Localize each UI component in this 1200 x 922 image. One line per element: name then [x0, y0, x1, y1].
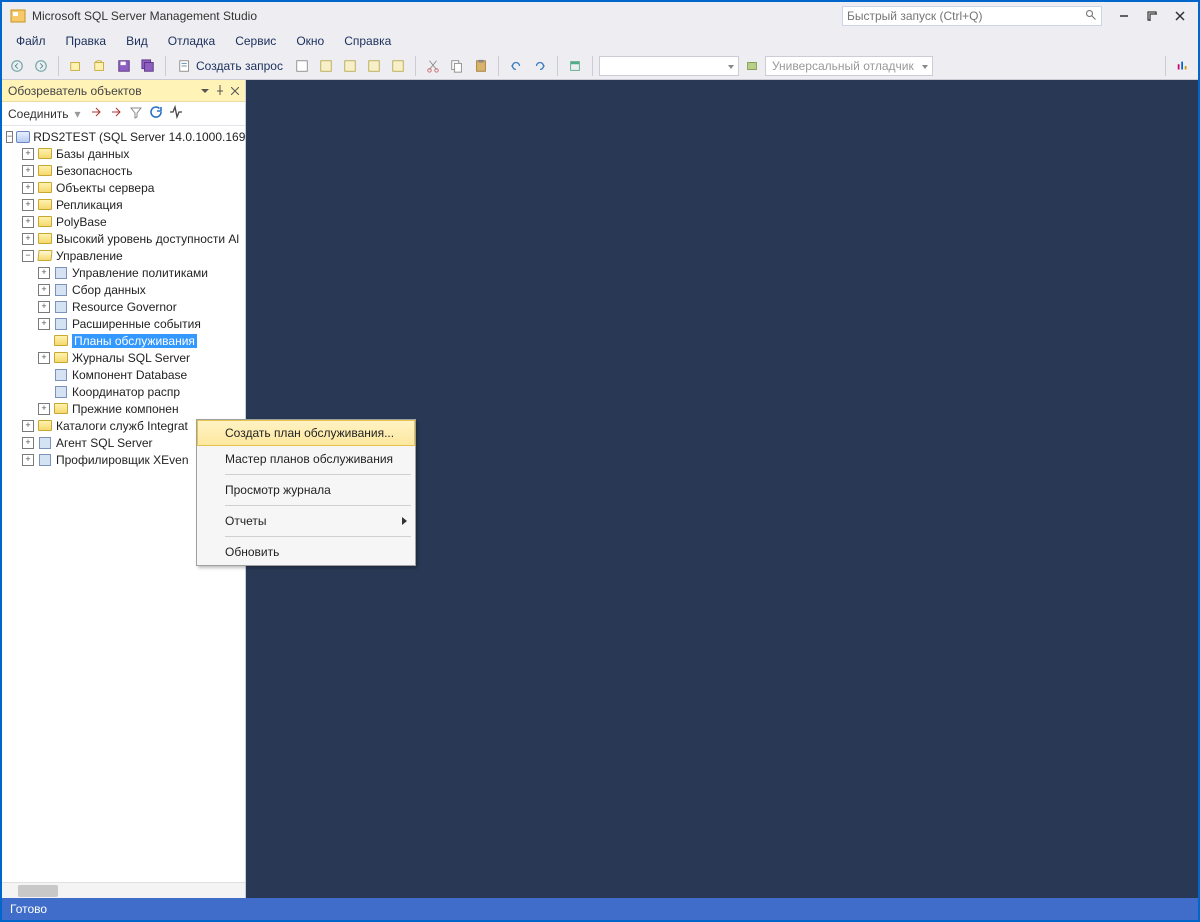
refresh-icon[interactable]	[149, 105, 163, 122]
new-query-label: Создать запрос	[196, 59, 283, 73]
cm-wizard[interactable]: Мастер планов обслуживания	[197, 446, 415, 472]
tree-security[interactable]: +Безопасность	[2, 162, 245, 179]
tree-databases[interactable]: +Базы данных	[2, 145, 245, 162]
redo-button[interactable]	[529, 55, 551, 77]
chevron-right-icon	[402, 517, 407, 525]
menu-help[interactable]: Справка	[334, 32, 401, 50]
activity-button[interactable]	[1172, 55, 1194, 77]
tree-legacy[interactable]: +Прежние компонен	[2, 400, 245, 417]
tree-always-on[interactable]: +Высокий уровень доступности Al	[2, 230, 245, 247]
solution-config-combo[interactable]	[599, 56, 739, 76]
panel-titlebar: Обозреватель объектов	[2, 80, 245, 102]
cm-separator	[225, 505, 411, 506]
minimize-button[interactable]	[1110, 6, 1138, 26]
debugger-combo[interactable]: Универсальный отладчик	[765, 56, 933, 76]
maximize-button[interactable]	[1138, 6, 1166, 26]
close-button[interactable]	[1166, 6, 1194, 26]
new-query-button[interactable]: Создать запрос	[172, 55, 289, 77]
stop-icon[interactable]	[109, 105, 123, 122]
panel-title-label: Обозреватель объектов	[8, 84, 142, 98]
quick-launch-input[interactable]	[847, 9, 1085, 23]
panel-hscrollbar[interactable]	[2, 882, 245, 898]
menu-edit[interactable]: Правка	[56, 32, 117, 50]
tree-management[interactable]: −Управление	[2, 247, 245, 264]
menu-window[interactable]: Окно	[286, 32, 334, 50]
tree-data-collection[interactable]: +Сбор данных	[2, 281, 245, 298]
connect-button[interactable]: Соединить	[8, 107, 69, 121]
tree-polybase[interactable]: +PolyBase	[2, 213, 245, 230]
paste-button[interactable]	[470, 55, 492, 77]
save-button[interactable]	[113, 55, 135, 77]
context-menu: Создать план обслуживания... Мастер план…	[196, 419, 416, 566]
search-icon	[1085, 9, 1097, 24]
mdx-query-button[interactable]	[291, 55, 313, 77]
save-all-button[interactable]	[137, 55, 159, 77]
app-icon	[10, 8, 26, 24]
dax-query-button[interactable]	[363, 55, 385, 77]
copy-button[interactable]	[446, 55, 468, 77]
dmx-query-button[interactable]	[315, 55, 337, 77]
debugger-icon[interactable]	[741, 55, 763, 77]
statusbar: Готово	[2, 898, 1198, 920]
cm-separator	[225, 536, 411, 537]
cut-button[interactable]	[422, 55, 444, 77]
tree-db-component[interactable]: Компонент Database	[2, 366, 245, 383]
analysis-query-button[interactable]	[387, 55, 409, 77]
cm-reports[interactable]: Отчеты	[197, 508, 415, 534]
panel-toolbar: Соединить ▾	[2, 102, 245, 126]
disconnect-icon[interactable]	[89, 105, 103, 122]
property-button[interactable]	[564, 55, 586, 77]
tree-extended-events[interactable]: +Расширенные события	[2, 315, 245, 332]
tree-policy-mgmt[interactable]: +Управление политиками	[2, 264, 245, 281]
pin-icon[interactable]	[215, 84, 225, 98]
cm-create-plan[interactable]: Создать план обслуживания...	[197, 420, 415, 446]
nav-back-button[interactable]	[6, 55, 28, 77]
quick-launch[interactable]	[842, 6, 1102, 26]
tree-maintenance-plans[interactable]: Планы обслуживания	[2, 332, 245, 349]
titlebar: Microsoft SQL Server Management Studio	[2, 2, 1198, 30]
close-panel-icon[interactable]	[231, 84, 239, 98]
tree-sql-logs[interactable]: +Журналы SQL Server	[2, 349, 245, 366]
open-file-button[interactable]	[89, 55, 111, 77]
tree-distrib-coordinator[interactable]: Координатор распр	[2, 383, 245, 400]
tree-replication[interactable]: +Репликация	[2, 196, 245, 213]
menubar: Файл Правка Вид Отладка Сервис Окно Спра…	[2, 30, 1198, 52]
activity-icon[interactable]	[169, 105, 183, 122]
tree-server-node[interactable]: −RDS2TEST (SQL Server 14.0.1000.169 - A	[2, 128, 245, 145]
nav-forward-button[interactable]	[30, 55, 52, 77]
tree-resource-governor[interactable]: +Resource Governor	[2, 298, 245, 315]
tree-server-objects[interactable]: +Объекты сервера	[2, 179, 245, 196]
menu-view[interactable]: Вид	[116, 32, 158, 50]
filter-icon[interactable]	[129, 105, 143, 122]
menu-debug[interactable]: Отладка	[158, 32, 225, 50]
dropdown-icon[interactable]	[201, 84, 209, 98]
status-text: Готово	[10, 902, 47, 916]
menu-file[interactable]: Файл	[6, 32, 56, 50]
main-toolbar: Создать запрос Универсальный отладчик	[2, 52, 1198, 80]
cm-separator	[225, 474, 411, 475]
app-title: Microsoft SQL Server Management Studio	[32, 9, 842, 23]
cm-view-log[interactable]: Просмотр журнала	[197, 477, 415, 503]
new-project-button[interactable]	[65, 55, 87, 77]
undo-button[interactable]	[505, 55, 527, 77]
cm-refresh[interactable]: Обновить	[197, 539, 415, 565]
menu-service[interactable]: Сервис	[225, 32, 286, 50]
xmla-query-button[interactable]	[339, 55, 361, 77]
